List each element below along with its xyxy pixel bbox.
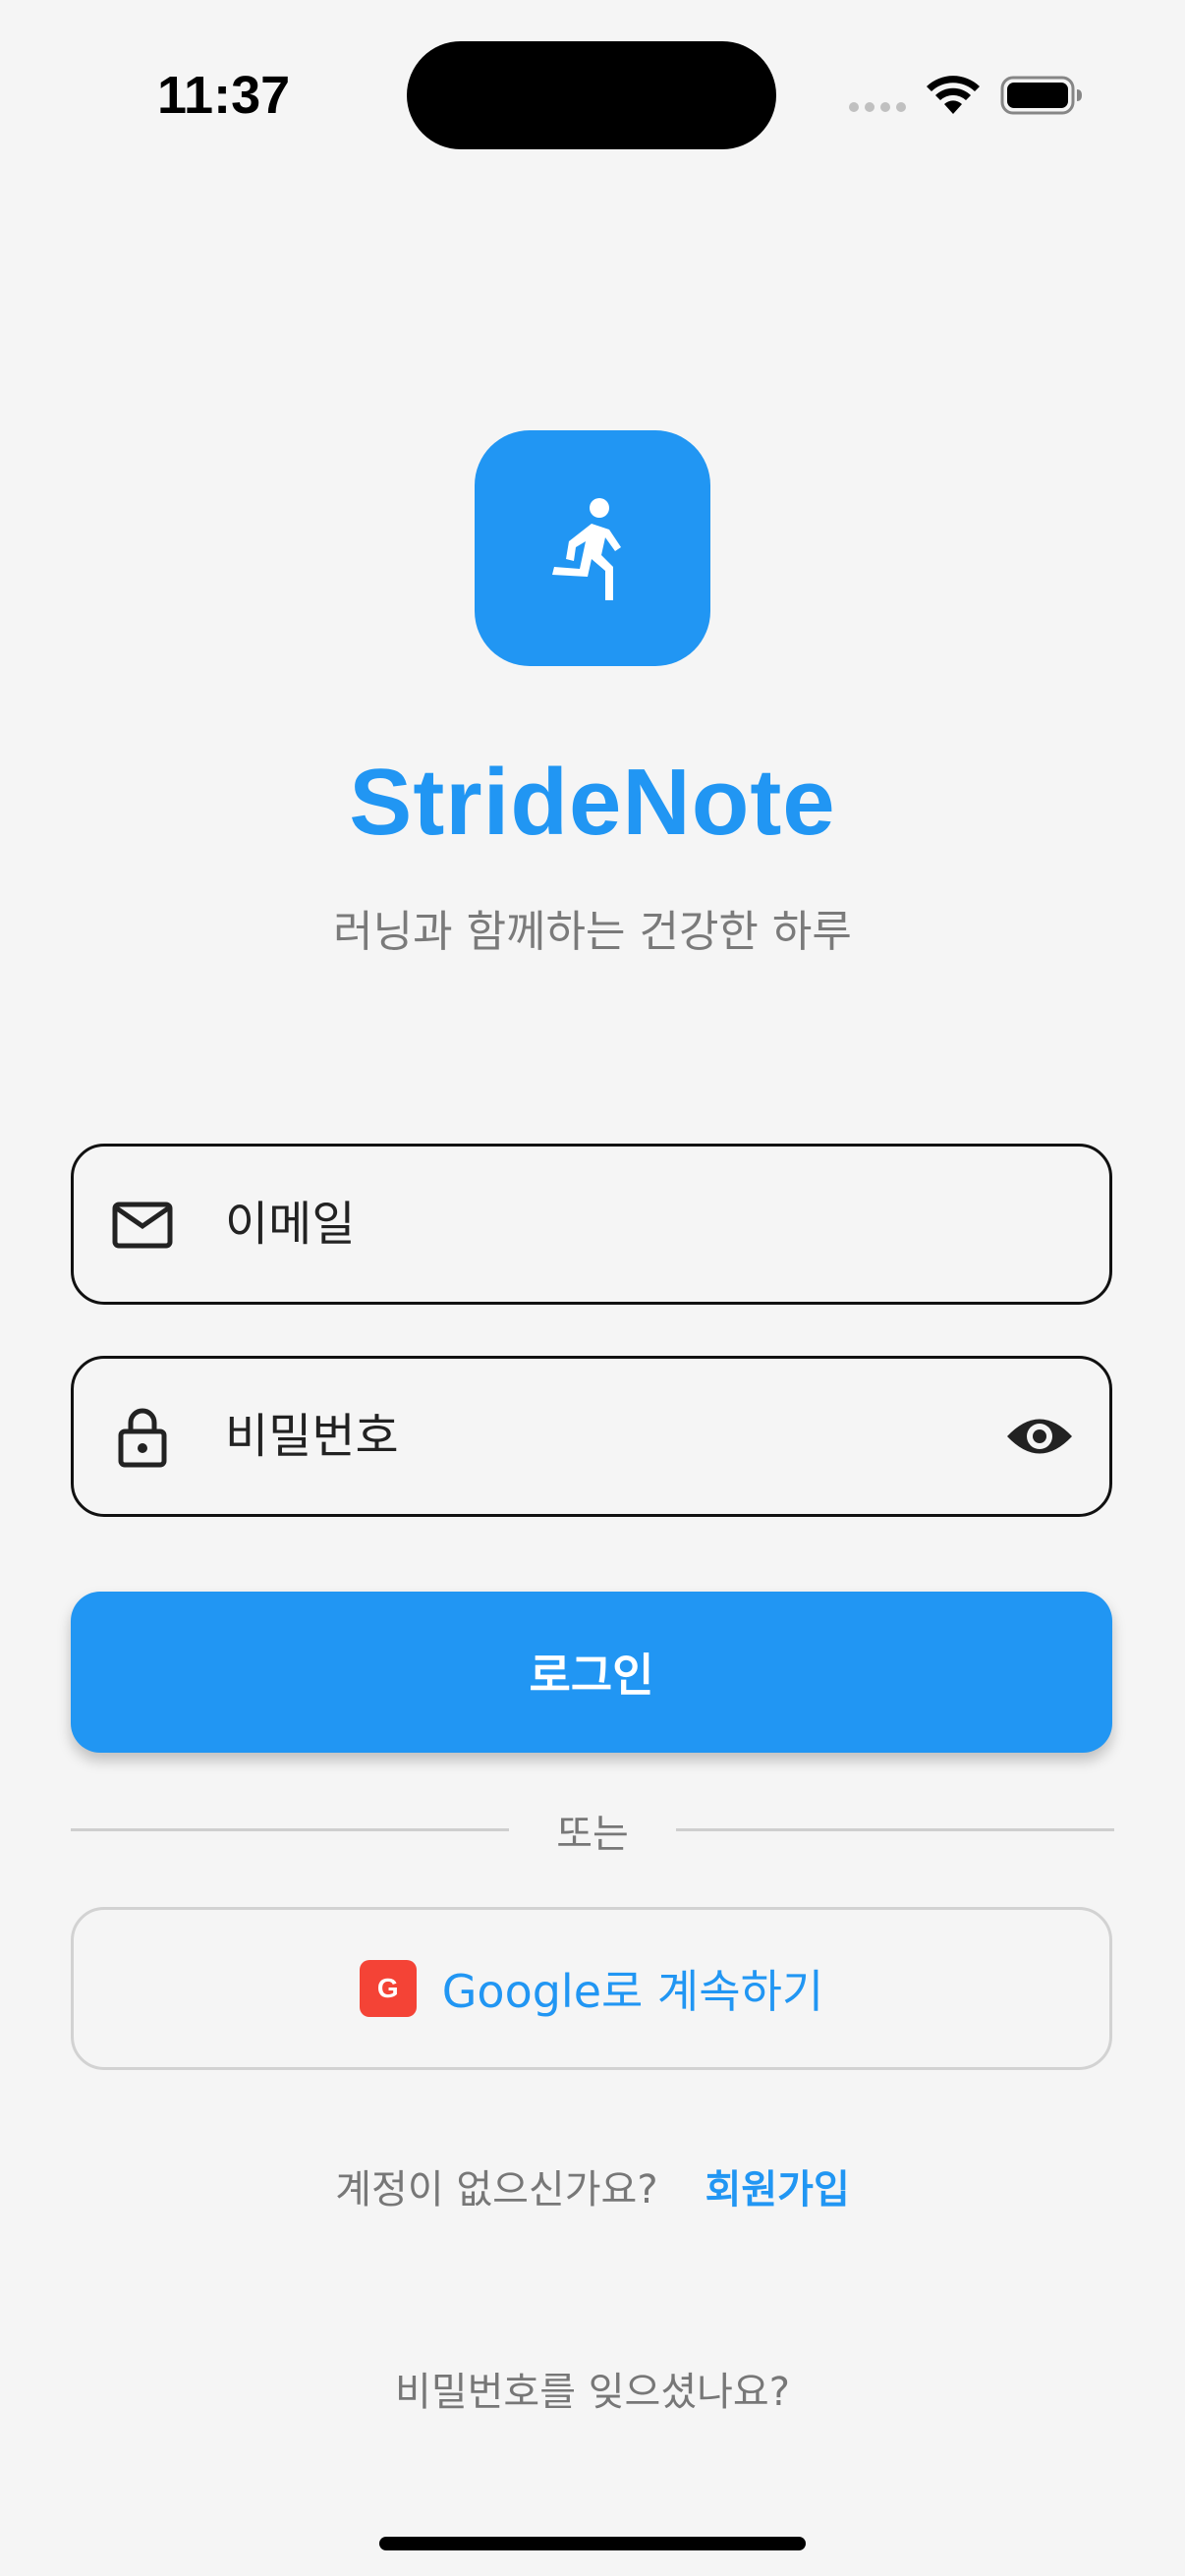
mail-icon (112, 1202, 173, 1249)
password-field[interactable] (71, 1356, 1112, 1517)
divider-line-left (71, 1828, 509, 1831)
eye-icon[interactable] (1005, 1412, 1074, 1461)
forgot-password-link[interactable]: 비밀번호를 잊으셨나요? (0, 2360, 1185, 2417)
google-icon: G (359, 1960, 417, 2017)
divider-line-right (676, 1828, 1114, 1831)
signup-link[interactable]: 회원가입 (705, 2157, 850, 2214)
status-time: 11:37 (157, 66, 291, 125)
email-field[interactable] (71, 1144, 1112, 1305)
battery-icon (1000, 76, 1082, 115)
wifi-icon (927, 76, 980, 114)
login-screen: 11:37 StrideNote 러닝과 함께하는 건강한 하루 이메일 로그인… (0, 0, 1185, 2576)
lock-icon (118, 1408, 167, 1468)
google-signin-label: Google로 계속하기 (441, 1965, 824, 2018)
signal-dots-icon (849, 102, 906, 112)
dynamic-island (407, 41, 776, 149)
google-signin-button[interactable]: G Google로 계속하기 (71, 1907, 1112, 2070)
home-indicator[interactable] (379, 2537, 806, 2550)
signup-prompt: 계정이 없으신가요? (335, 2167, 658, 2212)
app-title: StrideNote (349, 750, 836, 855)
divider-text: 또는 (556, 1812, 629, 1857)
running-person-icon (552, 498, 621, 600)
app-logo (475, 430, 710, 666)
password-input[interactable] (225, 1359, 1011, 1514)
signup-row: 계정이 없으신가요? 회원가입 (0, 2157, 1185, 2214)
login-button[interactable]: 로그인 (71, 1592, 1112, 1753)
email-input[interactable] (225, 1147, 1011, 1302)
app-subtitle: 러닝과 함께하는 건강한 하루 (333, 907, 852, 957)
